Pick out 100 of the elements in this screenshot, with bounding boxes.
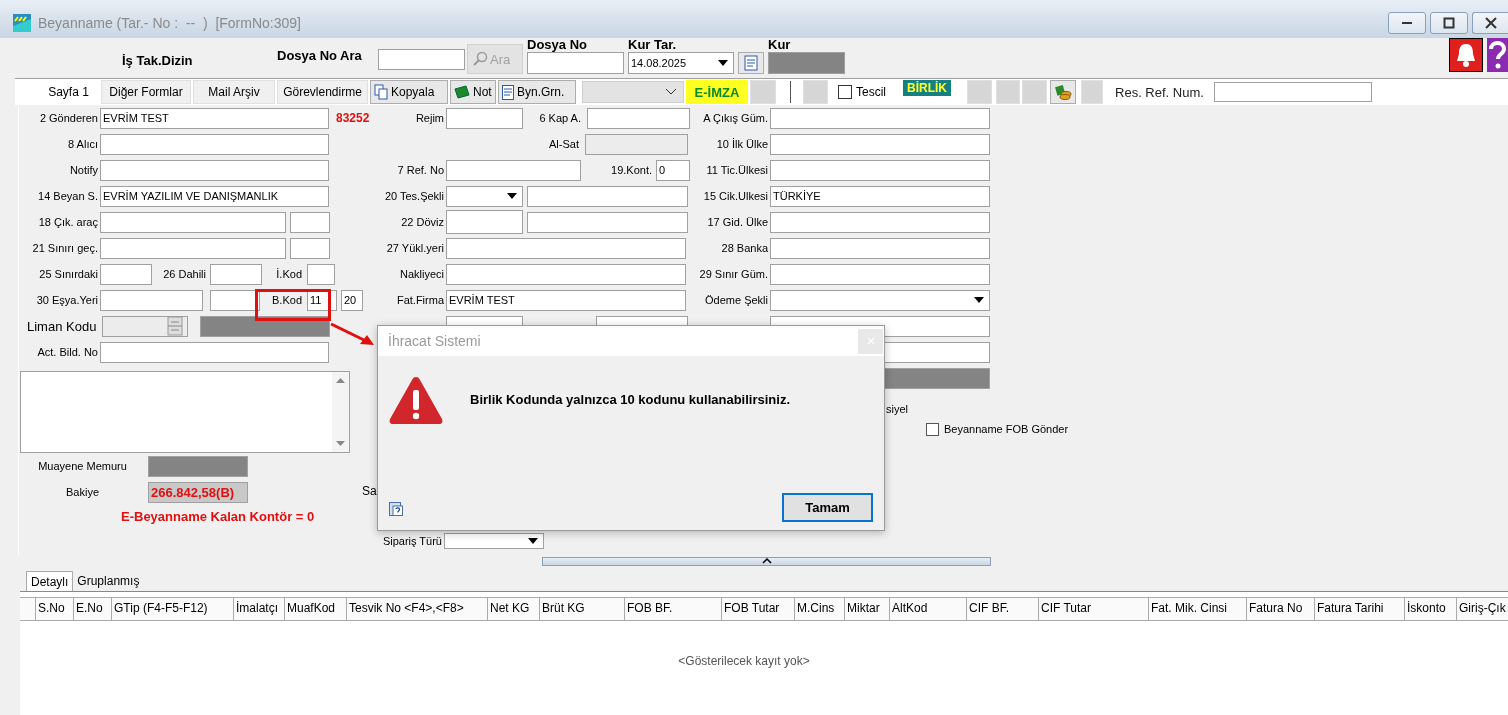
text-field[interactable] <box>770 133 990 155</box>
text-field[interactable] <box>100 211 286 233</box>
field-label: 14 Beyan S. <box>37 190 98 202</box>
column-header[interactable]: FOB Tutar <box>722 598 795 620</box>
field-label: 11 Tic.Ülkesi <box>705 164 768 176</box>
bell-icon[interactable] <box>1449 38 1483 72</box>
column-header[interactable]: Brüt KG <box>540 598 625 620</box>
column-header[interactable]: Fatura Tarihi <box>1315 598 1405 620</box>
union-badge: BİRLİK <box>903 80 951 96</box>
text-field[interactable] <box>527 185 688 207</box>
column-header[interactable]: İskonto <box>1405 598 1457 620</box>
column-header[interactable]: CIF BF. <box>967 598 1039 620</box>
text-field[interactable]: TÜRKİYE <box>770 185 990 207</box>
money-button[interactable] <box>1050 80 1076 104</box>
dropdown-arrow-icon <box>974 297 984 303</box>
text-field[interactable] <box>290 237 330 259</box>
maximize-button[interactable] <box>1430 12 1468 34</box>
column-header[interactable]: Tesvik No <F4>,<F8> <box>347 598 488 620</box>
text-field[interactable] <box>527 211 688 233</box>
text-field[interactable]: 0 <box>656 159 690 181</box>
column-header[interactable]: Giriş-Çık <box>1457 598 1508 620</box>
text-field[interactable] <box>770 211 990 233</box>
dropdown-field[interactable] <box>770 289 990 311</box>
res-ref-label: Res. Ref. Num. <box>1115 84 1204 100</box>
column-header[interactable]: GTip (F4-F5-F12) <box>112 598 234 620</box>
text-field[interactable] <box>446 237 686 259</box>
field-label: 18 Çık. araç <box>37 216 98 228</box>
copy-button[interactable]: Kopyala <box>370 80 448 104</box>
text-field[interactable] <box>290 211 330 233</box>
document-button[interactable] <box>738 52 764 74</box>
arrow <box>330 323 376 347</box>
text-field[interactable] <box>307 263 335 285</box>
search-field[interactable] <box>378 49 465 70</box>
window-title: Beyanname (Tar.- No : -- ) [FormNo:309] <box>38 15 301 31</box>
fob-checkbox[interactable]: Beyanname FOB Gönder <box>926 421 1069 437</box>
column-header[interactable]: M.Cins <box>795 598 845 620</box>
note-button[interactable]: Not <box>450 80 496 104</box>
rate-date-label: Kur Tar. <box>628 38 678 52</box>
help-icon[interactable] <box>389 502 403 516</box>
tab[interactable]: Mail Arşiv <box>193 80 275 104</box>
field-label: A Çıkış Güm. <box>702 112 768 124</box>
text-field[interactable] <box>100 159 329 181</box>
column-header[interactable]: FOB BF. <box>625 598 722 620</box>
column-header[interactable]: Miktar <box>845 598 890 620</box>
file-no-field[interactable] <box>527 52 624 74</box>
text-field[interactable] <box>770 159 990 181</box>
text-field[interactable] <box>587 107 690 129</box>
splitter-handle[interactable] <box>542 557 991 566</box>
field-label: İ.Kod <box>275 268 303 280</box>
checkbox-label: siyel <box>886 403 909 415</box>
tab[interactable]: Detaylı <box>26 571 74 591</box>
tab[interactable]: Diğer Formlar <box>101 80 191 104</box>
text-field[interactable] <box>100 263 152 285</box>
text-field[interactable]: EVRİM YAZILIM VE DANIŞMANLIK <box>100 185 329 207</box>
column-header[interactable]: İmalatçı <box>234 598 285 620</box>
column-header[interactable]: Fatura No <box>1247 598 1315 620</box>
dropdown-arrow-icon <box>507 193 517 199</box>
field-label: Sipariş Türü <box>381 535 442 547</box>
text-field[interactable] <box>770 107 990 129</box>
spin-field[interactable] <box>102 315 188 337</box>
column-header[interactable]: E.No <box>74 598 112 620</box>
text-field[interactable] <box>100 133 329 155</box>
text-field[interactable] <box>210 263 262 285</box>
declarant-button[interactable]: Byn.Grn. <box>498 80 576 104</box>
text-field[interactable]: EVRİM TEST <box>100 107 329 129</box>
text-field[interactable] <box>100 341 329 363</box>
text-field[interactable]: 20 <box>341 289 363 311</box>
text-field[interactable] <box>100 289 203 311</box>
column-header[interactable]: AltKod <box>890 598 967 620</box>
field-label: 15 Cik.Ulkesi <box>702 190 768 202</box>
registration-checkbox[interactable]: Tescil <box>838 85 886 99</box>
text-field[interactable] <box>446 263 686 285</box>
date-field[interactable]: 14.08.2025 <box>628 52 734 74</box>
column-header[interactable]: Net KG <box>488 598 540 620</box>
text-field[interactable] <box>446 210 523 234</box>
res-ref-field[interactable] <box>1213 82 1372 102</box>
close-button[interactable] <box>1472 12 1508 34</box>
memo-field[interactable] <box>20 371 350 453</box>
column-header[interactable]: Fat. Mik. Cinsi <box>1149 598 1247 620</box>
field-label: 25 Sınırdaki <box>38 268 98 280</box>
e-signature-button[interactable]: E-İMZA <box>686 80 748 104</box>
dropdown-arrow-icon <box>528 538 538 544</box>
text-field[interactable] <box>446 159 581 181</box>
field-label: 22 Döviz <box>400 216 444 228</box>
column-header[interactable]: CIF Tutar <box>1039 598 1149 620</box>
ok-button[interactable]: Tamam <box>782 493 873 522</box>
text-field[interactable]: EVRİM TEST <box>446 289 686 311</box>
text-field[interactable] <box>100 237 286 259</box>
text-field[interactable] <box>770 263 990 285</box>
field-label: 21 Sınırı geç. <box>31 242 98 254</box>
column-header[interactable]: MuafKod <box>285 598 347 620</box>
help-icon[interactable] <box>1487 38 1508 72</box>
tab[interactable]: Görevlendirme <box>277 80 368 104</box>
text-field[interactable] <box>770 237 990 259</box>
dropdown-field[interactable] <box>446 185 523 207</box>
text-field[interactable] <box>446 107 523 129</box>
column-header[interactable]: S.No <box>36 598 74 620</box>
minimize-button[interactable] <box>1388 12 1426 34</box>
dropdown-field[interactable] <box>444 533 544 549</box>
text-field[interactable] <box>210 289 260 311</box>
